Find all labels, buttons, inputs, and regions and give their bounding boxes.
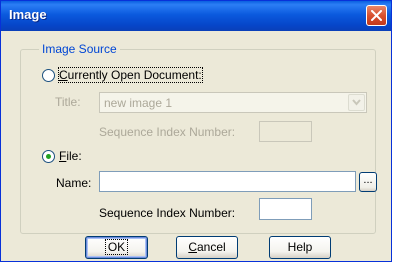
current-document-radio[interactable] — [42, 69, 55, 82]
image-dialog: Image Image Source Currently Open Docume… — [0, 0, 392, 262]
cancel-button-label: Cancel — [188, 240, 226, 254]
close-button[interactable] — [366, 5, 387, 26]
help-button-label: Help — [287, 240, 313, 254]
title-dropdown-button[interactable] — [348, 94, 365, 111]
chevron-down-icon — [352, 99, 361, 106]
name-input[interactable] — [99, 171, 356, 192]
title-label: Title: — [55, 95, 81, 109]
window-title: Image — [9, 7, 47, 22]
ok-button-label: OK — [104, 239, 129, 255]
dialog-content: Image Source Currently Open Document: Ti… — [1, 31, 391, 261]
title-combobox-value: new image 1 — [104, 96, 173, 110]
file-radio[interactable] — [42, 150, 55, 163]
file-label[interactable]: File: — [59, 149, 82, 163]
title-combobox[interactable]: new image 1 — [99, 92, 367, 113]
help-button[interactable]: Help — [269, 236, 331, 259]
seq-index-label-disabled: Sequence Index Number: — [99, 125, 236, 139]
image-source-legend: Image Source — [39, 42, 120, 56]
current-document-label[interactable]: Currently Open Document: — [58, 67, 203, 83]
browse-button[interactable]: ... — [359, 172, 377, 192]
cancel-button[interactable]: Cancel — [176, 236, 238, 259]
seq-index-label: Sequence Index Number: — [99, 206, 236, 220]
title-bar[interactable]: Image — [1, 1, 391, 31]
seq-index-input[interactable] — [259, 198, 312, 220]
ok-button[interactable]: OK — [85, 236, 148, 259]
close-icon — [371, 10, 382, 21]
name-label: Name: — [56, 176, 92, 190]
seq-index-field-disabled[interactable] — [259, 121, 312, 142]
